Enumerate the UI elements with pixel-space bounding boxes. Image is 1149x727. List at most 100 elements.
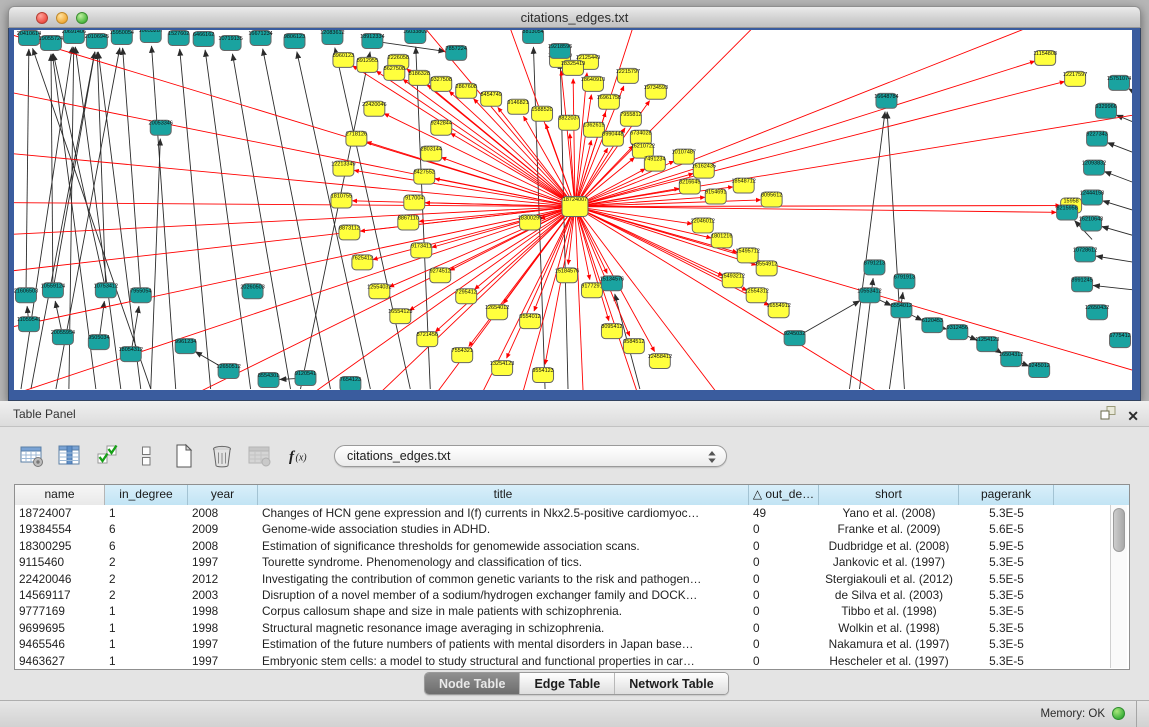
- column-visibility-icon[interactable]: [54, 440, 86, 472]
- cell-name[interactable]: 9463627: [15, 653, 105, 669]
- delete-table-icon[interactable]: [244, 440, 276, 472]
- cell-pagerank[interactable]: 5.3E-5: [959, 505, 1054, 521]
- cell-title[interactable]: Estimation of the future numbers of pati…: [258, 636, 749, 652]
- cell-out_degree[interactable]: 49: [749, 505, 819, 521]
- cell-pagerank[interactable]: 5.5E-5: [959, 571, 1054, 587]
- function-builder-icon[interactable]: f(x): [282, 440, 314, 472]
- column-header-in_degree[interactable]: in_degree: [105, 485, 188, 505]
- cell-out_degree[interactable]: 0: [749, 620, 819, 636]
- cell-name[interactable]: 18724007: [15, 505, 105, 521]
- memory-ok-indicator[interactable]: [1112, 707, 1125, 720]
- network-graph-svg[interactable]: 1872400789601238912955222605886275088186…: [14, 30, 1132, 390]
- tab-edge-table[interactable]: Edge Table: [519, 673, 614, 694]
- cell-in_degree[interactable]: 6: [105, 538, 188, 554]
- delete-column-icon[interactable]: [206, 440, 238, 472]
- cell-short[interactable]: Stergiakouli et al. (2012): [819, 571, 959, 587]
- cell-title[interactable]: Investigating the contribution of common…: [258, 571, 749, 587]
- table-row[interactable]: 969969511998Structural magnetic resonanc…: [15, 620, 1129, 636]
- cell-name[interactable]: 18300295: [15, 538, 105, 554]
- table-selector-dropdown[interactable]: citations_edges.txt: [334, 445, 727, 467]
- select-columns-icon[interactable]: [92, 440, 124, 472]
- cell-name[interactable]: 9777169: [15, 603, 105, 619]
- cell-title[interactable]: Embryonic stem cells: a model to study s…: [258, 653, 749, 669]
- table-row[interactable]: 1456911722003Disruption of a novel membe…: [15, 587, 1129, 603]
- cell-out_degree[interactable]: 0: [749, 538, 819, 554]
- cell-pagerank[interactable]: 5.3E-5: [959, 603, 1054, 619]
- cell-in_degree[interactable]: 1: [105, 603, 188, 619]
- table-row[interactable]: 2242004622012Investigating the contribut…: [15, 571, 1129, 587]
- cell-short[interactable]: de Silva et al. (2003): [819, 587, 959, 603]
- window-titlebar[interactable]: citations_edges.txt: [8, 6, 1141, 28]
- cell-out_degree[interactable]: 0: [749, 587, 819, 603]
- cell-name[interactable]: 9699695: [15, 620, 105, 636]
- network-canvas[interactable]: 1872400789601238912955222605886275088186…: [14, 30, 1132, 390]
- cell-short[interactable]: Hescheler et al. (1997): [819, 653, 959, 669]
- cell-title[interactable]: Tourette syndrome. Phenomenology and cla…: [258, 554, 749, 570]
- tab-node-table[interactable]: Node Table: [425, 673, 519, 694]
- cell-short[interactable]: Franke et al. (2009): [819, 521, 959, 537]
- cell-pagerank[interactable]: 5.3E-5: [959, 587, 1054, 603]
- table-row[interactable]: 911546021997Tourette syndrome. Phenomeno…: [15, 554, 1129, 570]
- cell-year[interactable]: 2008: [188, 505, 258, 521]
- tab-network-table[interactable]: Network Table: [614, 673, 728, 694]
- cell-short[interactable]: Nakamura et al. (1997): [819, 636, 959, 652]
- cell-out_degree[interactable]: 0: [749, 571, 819, 587]
- column-header-pagerank[interactable]: pagerank: [959, 485, 1054, 505]
- cell-name[interactable]: 22420046: [15, 571, 105, 587]
- column-header-year[interactable]: year: [188, 485, 258, 505]
- cell-year[interactable]: 2003: [188, 587, 258, 603]
- scrollbar-thumb[interactable]: [1113, 508, 1125, 552]
- cell-year[interactable]: 2008: [188, 538, 258, 554]
- cell-in_degree[interactable]: 1: [105, 505, 188, 521]
- cell-title[interactable]: Genome-wide association studies in ADHD.: [258, 521, 749, 537]
- cell-in_degree[interactable]: 1: [105, 636, 188, 652]
- cell-short[interactable]: Wolkin et al. (1998): [819, 620, 959, 636]
- cell-short[interactable]: Dudbridge et al. (2008): [819, 538, 959, 554]
- cell-pagerank[interactable]: 5.9E-5: [959, 538, 1054, 554]
- cell-title[interactable]: Disruption of a novel member of a sodium…: [258, 587, 749, 603]
- cell-out_degree[interactable]: 0: [749, 554, 819, 570]
- cell-name[interactable]: 9115460: [15, 554, 105, 570]
- cell-in_degree[interactable]: 2: [105, 554, 188, 570]
- cell-year[interactable]: 1997: [188, 554, 258, 570]
- close-panel-icon[interactable]: ✕: [1127, 408, 1139, 424]
- cell-pagerank[interactable]: 5.3E-5: [959, 653, 1054, 669]
- cell-out_degree[interactable]: 0: [749, 636, 819, 652]
- column-header-out_de[interactable]: △ out_de…: [749, 485, 819, 505]
- cell-in_degree[interactable]: 2: [105, 587, 188, 603]
- cell-short[interactable]: Jankovic et al. (1997): [819, 554, 959, 570]
- table-row[interactable]: 1830029562008Estimation of significance …: [15, 538, 1129, 554]
- table-row[interactable]: 946554611997Estimation of the future num…: [15, 636, 1129, 652]
- column-header-name[interactable]: name: [15, 485, 105, 505]
- cell-title[interactable]: Estimation of significance thresholds fo…: [258, 538, 749, 554]
- table-row[interactable]: 946362711997Embryonic stem cells: a mode…: [15, 653, 1129, 669]
- cell-short[interactable]: Yano et al. (2008): [819, 505, 959, 521]
- cell-pagerank[interactable]: 5.3E-5: [959, 554, 1054, 570]
- cell-name[interactable]: 19384554: [15, 521, 105, 537]
- cell-pagerank[interactable]: 5.6E-5: [959, 521, 1054, 537]
- cell-out_degree[interactable]: 0: [749, 521, 819, 537]
- cell-year[interactable]: 1998: [188, 620, 258, 636]
- table-settings-icon[interactable]: [16, 440, 48, 472]
- cell-title[interactable]: Corpus callosum shape and size in male p…: [258, 603, 749, 619]
- table-vertical-scrollbar[interactable]: [1110, 505, 1127, 668]
- cell-year[interactable]: 1997: [188, 636, 258, 652]
- column-header-title[interactable]: title: [258, 485, 749, 505]
- cell-in_degree[interactable]: 1: [105, 653, 188, 669]
- cell-in_degree[interactable]: 6: [105, 521, 188, 537]
- cell-year[interactable]: 1997: [188, 653, 258, 669]
- column-header-short[interactable]: short: [819, 485, 959, 505]
- cell-in_degree[interactable]: 1: [105, 620, 188, 636]
- cell-short[interactable]: Tibbo et al. (1998): [819, 603, 959, 619]
- float-panel-icon[interactable]: [1099, 405, 1117, 426]
- table-row[interactable]: 977716911998Corpus callosum shape and si…: [15, 603, 1129, 619]
- cell-year[interactable]: 2009: [188, 521, 258, 537]
- cell-in_degree[interactable]: 2: [105, 571, 188, 587]
- cell-title[interactable]: Changes of HCN gene expression and I(f) …: [258, 505, 749, 521]
- cell-pagerank[interactable]: 5.3E-5: [959, 620, 1054, 636]
- new-column-icon[interactable]: [168, 440, 200, 472]
- cell-name[interactable]: 14569117: [15, 587, 105, 603]
- cell-title[interactable]: Structural magnetic resonance image aver…: [258, 620, 749, 636]
- cell-out_degree[interactable]: 0: [749, 603, 819, 619]
- cell-out_degree[interactable]: 0: [749, 653, 819, 669]
